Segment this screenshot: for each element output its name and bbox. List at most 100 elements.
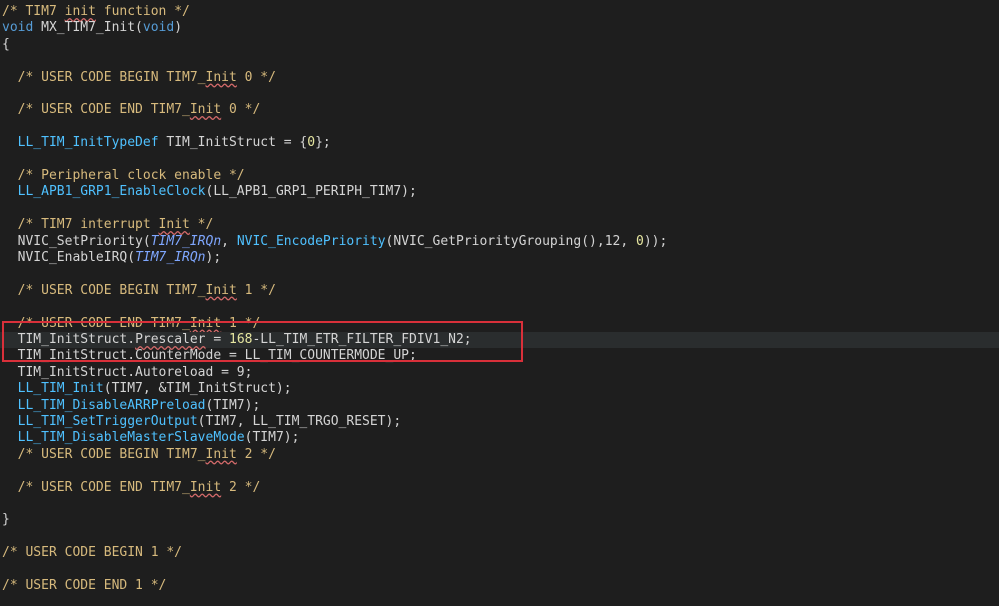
code-line[interactable]: /* USER CODE END TIM7_Init 2 */ [0,480,999,496]
code-token: LL_TIM_DisableARRPreload [2,397,206,413]
code-token: ) [174,20,183,36]
code-line[interactable]: TIM_InitStruct.Autoreload = 9; [0,365,999,381]
code-token: /* TIM7 interrupt [2,217,159,233]
code-token: } [2,512,10,528]
code-token: 2 */ [236,446,276,462]
code-line[interactable]: LL_TIM_InitTypeDef TIM_InitStruct = {0}; [0,135,999,151]
code-token: Init [158,217,190,233]
code-token: /* USER CODE BEGIN TIM7_ [2,446,206,462]
code-token: Init [189,479,222,495]
code-token: }; [315,135,331,151]
code-token: )); [643,233,668,249]
code-token: ); [205,250,222,265]
code-token: (TIM7, &TIM_InitStruct); [103,381,292,397]
code-line[interactable]: /* USER CODE BEGIN TIM7_Init 1 */ [0,283,999,299]
code-token: (TIM7); [244,430,300,446]
code-line[interactable] [0,562,999,578]
code-token: Init [189,315,222,331]
code-line[interactable]: LL_TIM_DisableARRPreload(TIM7); [0,398,999,414]
code-token: /* USER CODE END 1 */ [2,578,167,593]
code-token: 168 [229,332,253,347]
code-line[interactable] [0,266,999,282]
code-token: Init [189,102,222,118]
code-token: 0 */ [236,69,276,85]
code-line[interactable]: /* USER CODE BEGIN 1 */ [0,545,999,561]
code-line[interactable] [0,86,999,102]
code-token: NVIC_SetPriority( [2,233,151,249]
code-token: /* USER CODE END TIM7_ [2,102,190,118]
code-line[interactable]: /* USER CODE BEGIN TIM7_Init 0 */ [0,70,999,86]
code-token: /* Peripheral clock enable */ [2,168,245,183]
code-token: 1 */ [236,282,276,298]
code-token: /* USER CODE END TIM7_ [2,479,190,495]
code-line[interactable] [0,299,999,315]
code-token: /* USER CODE END TIM7_ [2,315,190,331]
code-token: , [221,233,237,249]
code-token: LL_TIM_InitTypeDef [2,135,159,151]
code-line[interactable] [0,152,999,168]
code-token: 1 */ [221,315,261,331]
code-line[interactable]: NVIC_EnableIRQ(TIM7_IRQn); [0,250,999,266]
code-token: 2 */ [221,479,261,495]
code-line[interactable]: /* TIM7 interrupt Init */ [0,217,999,233]
code-token: TIM_InitStruct.CounterMode = LL_TIM_COUN… [2,348,417,364]
code-token: Prescaler [135,332,206,347]
code-token: Init [205,282,237,298]
code-line[interactable]: LL_TIM_Init(TIM7, &TIM_InitStruct); [0,381,999,397]
code-token: { [2,36,10,52]
code-token: LL_TIM_DisableMasterSlaveMode [2,430,245,446]
code-token: /* USER CODE BEGIN TIM7_ [2,282,206,298]
code-line[interactable]: } [0,512,999,528]
code-line[interactable]: TIM_InitStruct.CounterMode = LL_TIM_COUN… [0,348,999,364]
code-token: -LL_TIM_ETR_FILTER_FDIV1_N2; [252,332,472,347]
code-token: LL_TIM_Init [2,381,104,397]
code-line[interactable]: LL_APB1_GRP1_EnableClock(LL_APB1_GRP1_PE… [0,184,999,200]
code-line[interactable] [0,463,999,479]
code-line[interactable] [0,496,999,512]
code-token: void [2,20,34,36]
code-line[interactable]: void MX_TIM7_Init(void) [0,20,999,36]
code-token: MX_TIM7_Init( [33,20,143,36]
code-line[interactable] [0,119,999,135]
code-editor[interactable]: /* TIM7 init function */void MX_TIM7_Ini… [0,0,999,606]
code-token: (NVIC_GetPriorityGrouping(),12, [385,233,636,249]
code-token: NVIC_EnableIRQ( [2,250,136,265]
code-line[interactable]: /* TIM7 init function */ [0,4,999,20]
code-token: 0 [307,135,316,151]
code-line[interactable]: /* USER CODE END TIM7_Init 0 */ [0,102,999,118]
code-line[interactable]: TIM_InitStruct.Prescaler = 168-LL_TIM_ET… [0,332,999,349]
code-line[interactable]: /* Peripheral clock enable */ [0,168,999,184]
code-line[interactable]: /* USER CODE END 1 */ [0,578,999,594]
code-token: /* TIM7 [2,4,65,19]
code-line[interactable] [0,201,999,217]
code-token: Init [205,69,237,85]
code-token: (TIM7, LL_TIM_TRGO_RESET); [197,414,402,429]
code-token: void [142,20,175,36]
code-line[interactable]: LL_TIM_DisableMasterSlaveMode(TIM7); [0,430,999,446]
code-token: (TIM7); [205,397,261,413]
code-token: (LL_APB1_GRP1_PERIPH_TIM7); [205,184,417,200]
code-token: init [64,4,96,19]
code-token: NVIC_EncodePriority [236,233,386,249]
code-token: TIM7_IRQn [150,233,222,249]
code-token: 0 [636,233,644,249]
code-token: LL_TIM_SetTriggerOutput [2,414,198,429]
code-token: Init [205,446,237,462]
code-token: /* USER CODE BEGIN TIM7_ [2,69,206,85]
code-token: /* USER CODE BEGIN 1 */ [2,545,183,561]
code-line[interactable]: NVIC_SetPriority(TIM7_IRQn, NVIC_EncodeP… [0,234,999,250]
code-token: 0 */ [221,102,261,118]
code-line[interactable] [0,529,999,545]
code-token: TIM_InitStruct.Autoreload = 9; [2,364,253,380]
code-token: TIM7_IRQn [135,250,206,265]
code-line[interactable]: LL_TIM_SetTriggerOutput(TIM7, LL_TIM_TRG… [0,414,999,430]
code-token: TIM_InitStruct. [2,332,136,347]
code-line[interactable]: { [0,37,999,53]
code-line[interactable] [0,53,999,69]
code-line[interactable]: /* USER CODE BEGIN TIM7_Init 2 */ [0,447,999,463]
code-token: = [205,332,229,347]
code-token: */ [189,217,214,233]
code-token: TIM_InitStruct = { [158,135,308,151]
code-line[interactable]: /* USER CODE END TIM7_Init 1 */ [0,316,999,332]
code-token: LL_APB1_GRP1_EnableClock [2,184,206,200]
